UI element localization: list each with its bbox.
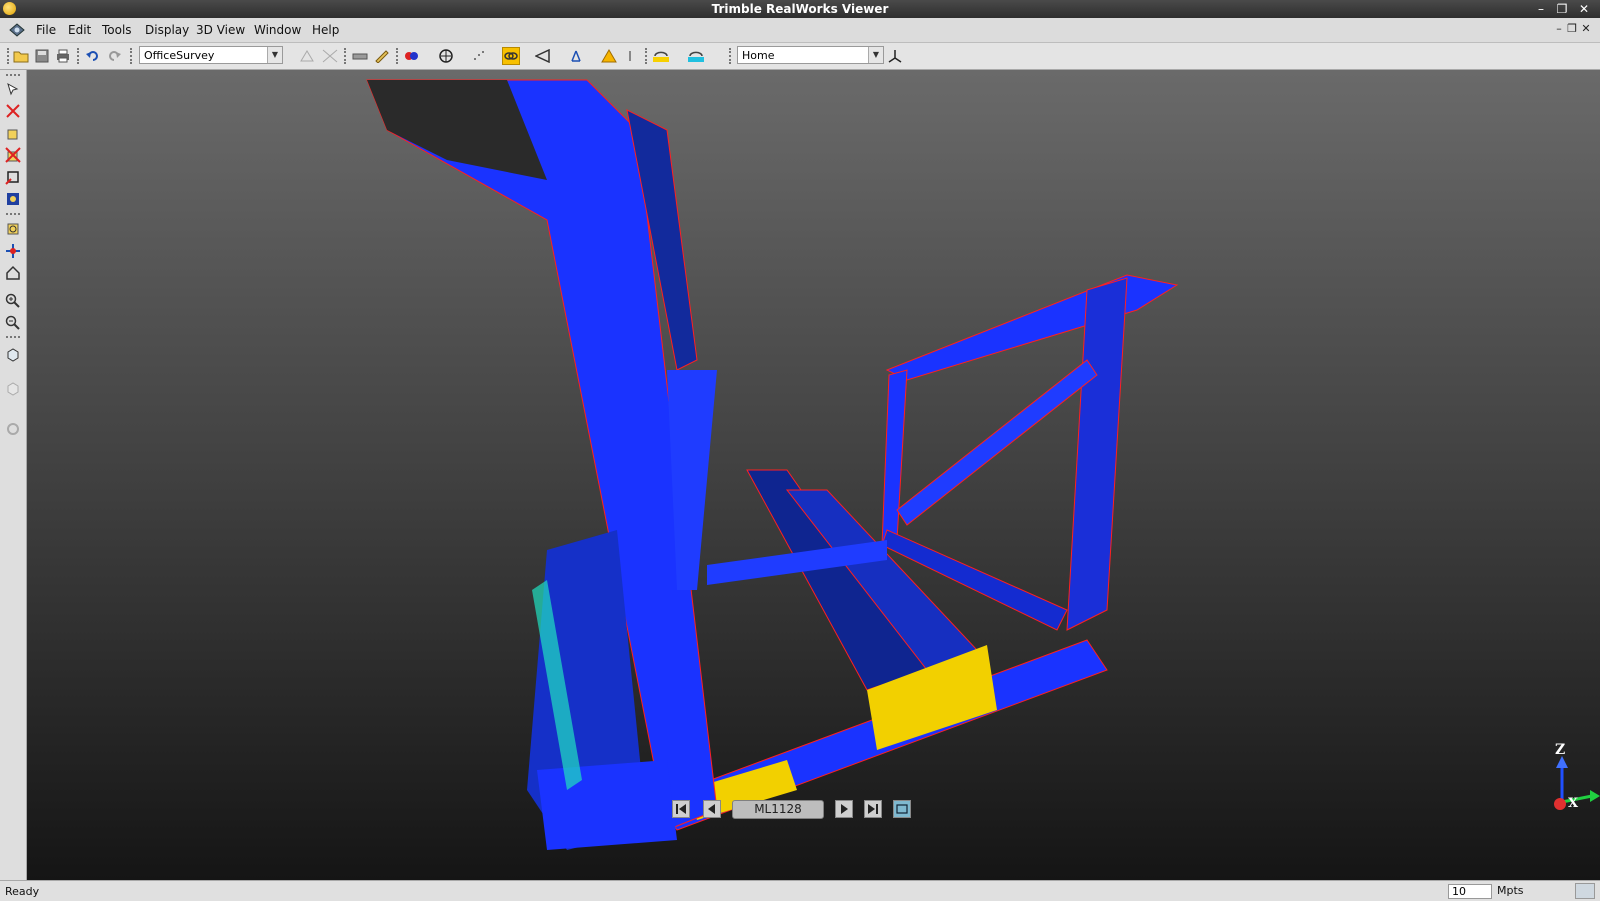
home-view-icon[interactable] [4,264,22,282]
select-icon[interactable] [4,80,22,98]
box-view-disabled-icon[interactable] [4,379,22,397]
axis-z-label: Z [1555,742,1566,758]
left-toolbar [0,70,27,880]
menu-window[interactable]: Window [254,23,301,37]
box-view-icon[interactable] [4,345,22,363]
open-folder-icon[interactable] [12,47,30,65]
layer-color-icon[interactable] [652,47,670,65]
toolbar-separator [6,336,20,340]
info-icon[interactable] [621,47,639,65]
station-icon[interactable] [567,47,585,65]
orbit-icon[interactable] [4,220,22,238]
app-menu-icon[interactable] [8,22,26,38]
toolbar-separator [396,48,400,64]
cloud-select-icon[interactable] [298,47,316,65]
link-view-icon[interactable] [502,47,520,65]
save-icon[interactable] [33,47,51,65]
doc-restore-icon[interactable]: ❐ [1566,22,1578,36]
station-view-icon[interactable] [893,800,911,818]
points-budget-input[interactable]: 10 [1448,884,1492,899]
points-unit-label: Mpts [1497,884,1524,897]
window-title: Trimble RealWorks Viewer [711,2,889,16]
restore-button[interactable]: ❐ [1553,1,1571,17]
project-combo[interactable]: OfficeSurvey ▼ [139,46,283,64]
prev-station-button[interactable] [703,800,721,818]
color-mode-icon[interactable] [403,47,421,65]
point-size-icon[interactable] [470,47,488,65]
cloud-filter-icon[interactable] [321,47,339,65]
status-bar: Ready 10 Mpts [0,880,1600,901]
measure-icon[interactable] [351,47,369,65]
toolbar-separator [645,48,649,64]
doc-close-icon[interactable]: ✕ [1580,22,1592,36]
station-name-field[interactable]: ML1128 [732,800,824,819]
toolbar-separator [77,48,81,64]
toolbar-separator [130,48,134,64]
redo-icon[interactable] [105,47,123,65]
first-station-button[interactable] [672,800,690,818]
menu-bar: File Edit Tools Display 3D View Window H… [0,18,1600,43]
menu-edit[interactable]: Edit [68,23,91,37]
minimize-button[interactable]: – [1532,1,1550,17]
toolbar-grip[interactable] [7,48,11,64]
fence-icon[interactable] [4,168,22,186]
menu-tools[interactable]: Tools [102,23,132,37]
chevron-down-icon[interactable]: ▼ [868,47,883,63]
zoom-out-icon[interactable] [4,314,22,332]
axis-orient-icon[interactable] [886,47,904,65]
zoom-in-icon[interactable] [4,292,22,310]
title-bar: Trimble RealWorks Viewer – ❐ ✕ [0,0,1600,18]
layer-visibility-icon[interactable] [687,47,705,65]
view-combo-value: Home [742,49,775,62]
settings-disabled-icon[interactable] [4,420,22,438]
toolbar-separator [6,213,20,217]
delete-segment-icon[interactable] [4,146,22,164]
3d-viewport[interactable]: ML1128 Z Y X [27,70,1600,880]
menu-display[interactable]: Display [145,23,189,37]
menu-file[interactable]: File [36,23,56,37]
main-toolbar: OfficeSurvey ▼ Home ▼ [0,43,1600,70]
last-station-button[interactable] [864,800,882,818]
toolbar-separator [729,48,733,64]
status-text: Ready [5,885,40,898]
menu-help[interactable]: Help [312,23,339,37]
toolbar-grip[interactable] [6,74,20,78]
clipping-icon[interactable] [534,47,552,65]
toolbar-separator [344,48,348,64]
undo-icon[interactable] [84,47,102,65]
display-settings-icon[interactable] [1575,883,1595,899]
point-cloud-render [366,79,1179,850]
segment-icon[interactable] [4,124,22,142]
photo-icon[interactable] [4,190,22,208]
view-combo[interactable]: Home ▼ [737,46,884,64]
next-station-button[interactable] [835,800,853,818]
project-combo-value: OfficeSurvey [144,49,215,62]
close-button[interactable]: ✕ [1575,1,1593,17]
render-mode-icon[interactable] [437,47,455,65]
axis-x-label: X [1568,796,1579,811]
cut-icon[interactable] [4,102,22,120]
chevron-down-icon[interactable]: ▼ [267,47,282,63]
print-icon[interactable] [54,47,72,65]
warning-icon[interactable] [600,47,618,65]
pan-icon[interactable] [4,242,22,260]
ruler-icon[interactable] [373,47,391,65]
doc-minimize-icon[interactable]: – [1553,22,1565,36]
menu-3d-view[interactable]: 3D View [196,23,245,37]
